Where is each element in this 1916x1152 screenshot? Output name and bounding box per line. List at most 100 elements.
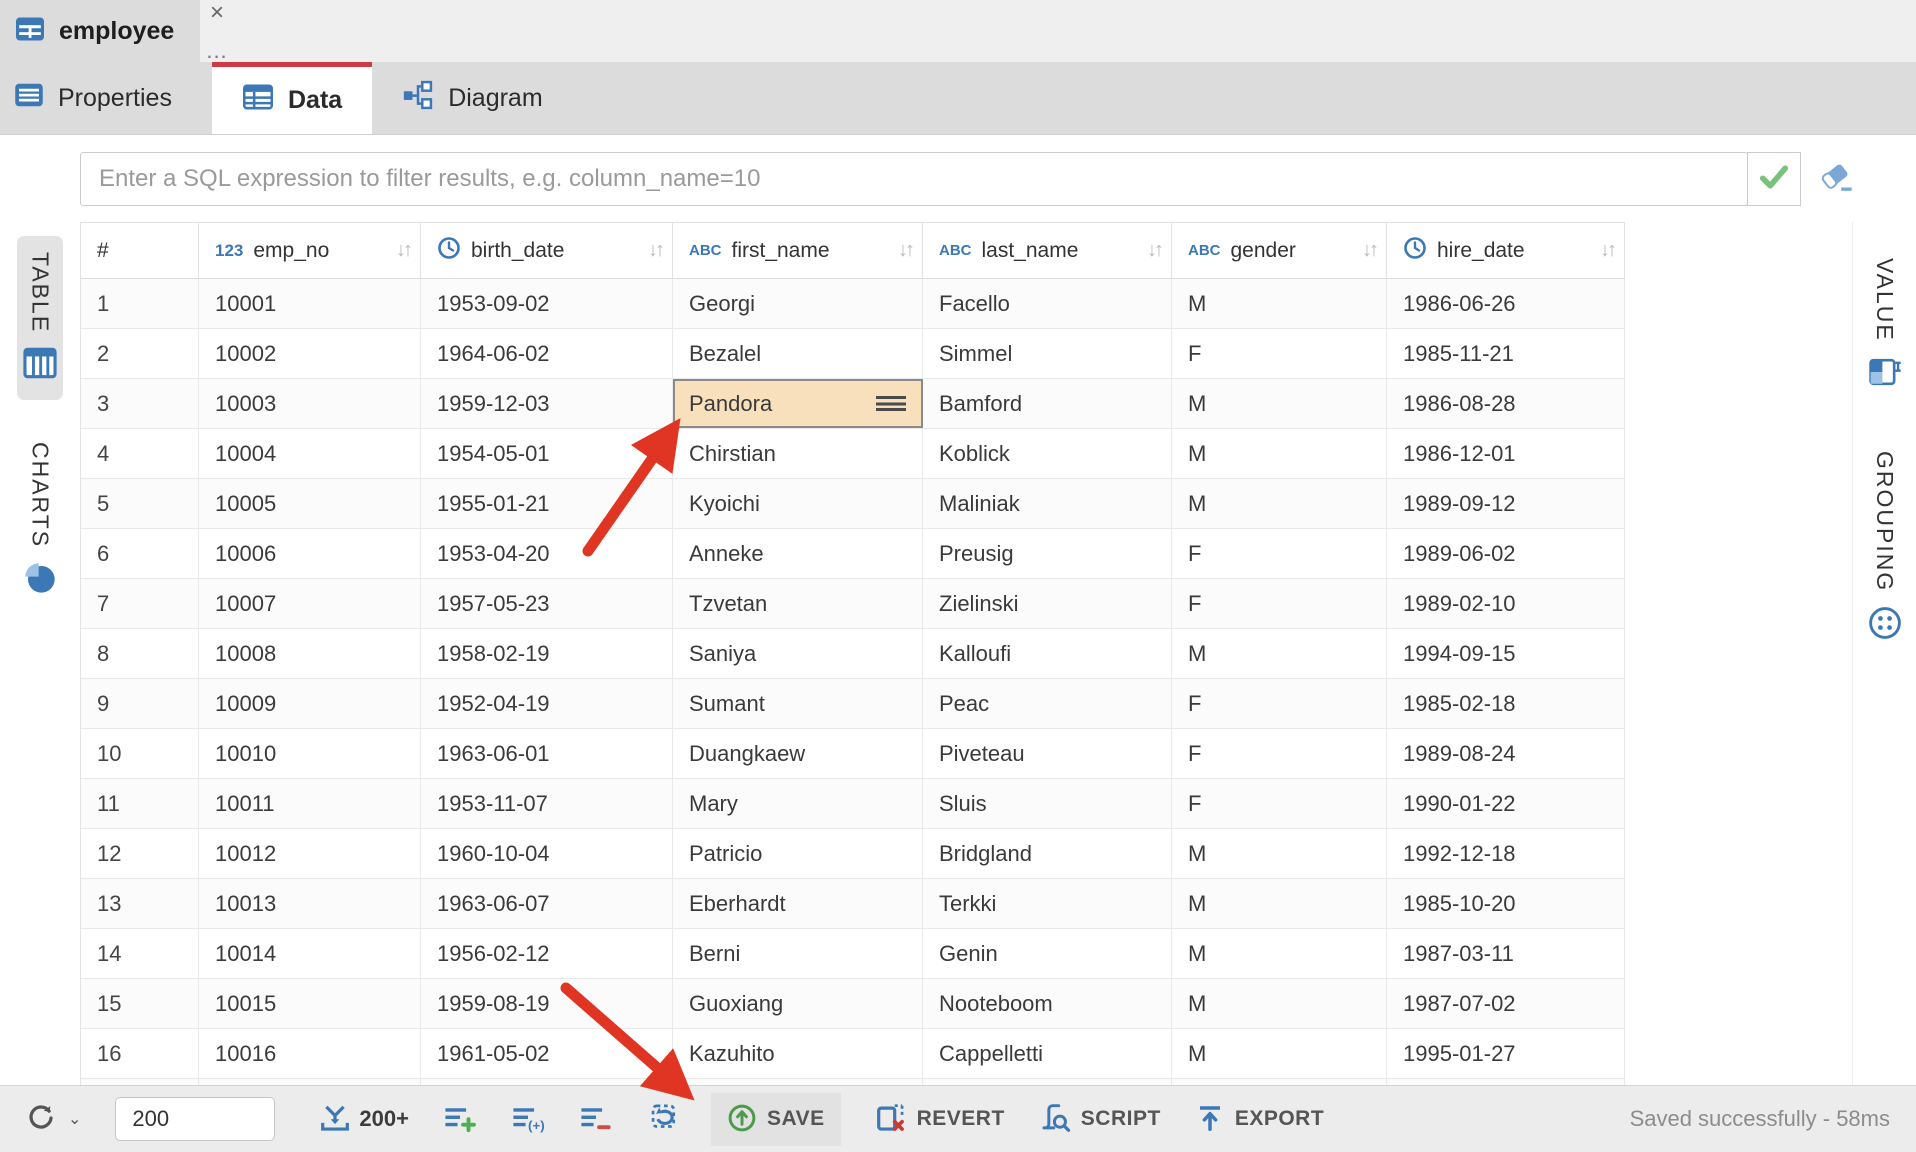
- grid-cell-emp-no[interactable]: 10001: [199, 279, 421, 328]
- grid-cell-birth-date[interactable]: 1955-01-21: [421, 479, 673, 528]
- grid-cell-gender[interactable]: M: [1172, 829, 1387, 878]
- column-header-gender[interactable]: ABC gender ↓↑: [1172, 223, 1387, 278]
- grid-cell-gender[interactable]: M: [1172, 629, 1387, 678]
- grid-cell-hire-date[interactable]: 1994-09-15: [1387, 629, 1625, 678]
- grid-cell-hire-date[interactable]: 1990-01-22: [1387, 779, 1625, 828]
- grid-cell-first-name[interactable]: Duangkaew: [673, 729, 923, 778]
- grid-cell-emp-no[interactable]: 10005: [199, 479, 421, 528]
- grid-cell-emp-no[interactable]: 10003: [199, 379, 421, 428]
- column-header-emp-no[interactable]: 123 emp_no ↓↑: [199, 223, 421, 278]
- row-number-cell[interactable]: 15: [81, 979, 199, 1028]
- row-number-cell[interactable]: 8: [81, 629, 199, 678]
- sort-icon[interactable]: ↓↑: [1600, 239, 1614, 262]
- grid-cell-emp-no[interactable]: 10011: [199, 779, 421, 828]
- row-number-cell[interactable]: 13: [81, 879, 199, 928]
- row-number-cell[interactable]: 12: [81, 829, 199, 878]
- refresh-grid-button[interactable]: [647, 1102, 681, 1137]
- grid-cell-last-name[interactable]: Sluis: [923, 779, 1172, 828]
- row-number-cell[interactable]: 2: [81, 329, 199, 378]
- row-number-cell[interactable]: 3: [81, 379, 199, 428]
- grid-cell-emp-no[interactable]: 10014: [199, 929, 421, 978]
- row-limit-input[interactable]: [115, 1097, 275, 1141]
- grid-cell-first-name[interactable]: Guoxiang: [673, 979, 923, 1028]
- sort-icon[interactable]: ↓↑: [1362, 239, 1376, 262]
- grid-cell-first-name[interactable]: Mary: [673, 779, 923, 828]
- duplicate-row-button[interactable]: (+): [511, 1103, 545, 1136]
- grid-cell-first-name[interactable]: Georgi: [673, 279, 923, 328]
- grid-cell-birth-date[interactable]: 1952-04-19: [421, 679, 673, 728]
- clear-filter-button[interactable]: [1813, 152, 1859, 206]
- column-header-birth-date[interactable]: birth_date ↓↑: [421, 223, 673, 278]
- column-header-row-number[interactable]: #: [81, 223, 199, 278]
- grid-cell-first-name[interactable]: Sumant: [673, 679, 923, 728]
- refresh-button[interactable]: ⌄: [26, 1103, 81, 1136]
- grid-cell-last-name[interactable]: Koblick: [923, 429, 1172, 478]
- grid-cell-first-name[interactable]: Saniya: [673, 629, 923, 678]
- grid-cell-hire-date[interactable]: 1989-08-24: [1387, 729, 1625, 778]
- grid-cell-emp-no[interactable]: 10009: [199, 679, 421, 728]
- grid-cell-birth-date[interactable]: 1953-11-07: [421, 779, 673, 828]
- row-number-cell[interactable]: 16: [81, 1029, 199, 1078]
- grid-cell-gender[interactable]: M: [1172, 279, 1387, 328]
- grid-cell-gender[interactable]: M: [1172, 379, 1387, 428]
- grid-cell-last-name[interactable]: Terkki: [923, 879, 1172, 928]
- grid-cell-first-name[interactable]: Tzvetan: [673, 579, 923, 628]
- column-header-first-name[interactable]: ABC first_name ↓↑: [673, 223, 923, 278]
- row-number-cell[interactable]: 9: [81, 679, 199, 728]
- side-tab-value[interactable]: VALUE: [1862, 242, 1908, 409]
- grid-cell-last-name[interactable]: Genin: [923, 929, 1172, 978]
- grid-cell-emp-no[interactable]: 10015: [199, 979, 421, 1028]
- grid-cell-hire-date[interactable]: 1989-06-02: [1387, 529, 1625, 578]
- grid-cell-emp-no[interactable]: 10004: [199, 429, 421, 478]
- revert-button[interactable]: REVERT: [875, 1102, 1005, 1137]
- row-number-cell[interactable]: 14: [81, 929, 199, 978]
- grid-cell-emp-no[interactable]: 10016: [199, 1029, 421, 1078]
- sort-icon[interactable]: ↓↑: [1147, 239, 1161, 262]
- grid-cell-last-name[interactable]: Preusig: [923, 529, 1172, 578]
- grid-cell-birth-date[interactable]: 1959-08-19: [421, 979, 673, 1028]
- column-header-hire-date[interactable]: hire_date ↓↑: [1387, 223, 1625, 278]
- row-number-cell[interactable]: 11: [81, 779, 199, 828]
- grid-cell-birth-date[interactable]: 1961-05-02: [421, 1029, 673, 1078]
- grid-cell-hire-date[interactable]: 1985-10-20: [1387, 879, 1625, 928]
- grid-cell-last-name[interactable]: Kalloufi: [923, 629, 1172, 678]
- grid-cell-emp-no[interactable]: 10002: [199, 329, 421, 378]
- side-tab-table[interactable]: TABLE: [17, 236, 63, 400]
- grid-cell-gender[interactable]: F: [1172, 729, 1387, 778]
- grid-cell-gender[interactable]: M: [1172, 479, 1387, 528]
- grid-cell-hire-date[interactable]: 1987-03-11: [1387, 929, 1625, 978]
- tab-data[interactable]: Data: [212, 62, 372, 134]
- grid-cell-birth-date[interactable]: 1957-05-23: [421, 579, 673, 628]
- grid-cell-emp-no[interactable]: 10007: [199, 579, 421, 628]
- script-button[interactable]: SCRIPT: [1039, 1102, 1161, 1137]
- grid-cell-hire-date[interactable]: 1995-01-27: [1387, 1029, 1625, 1078]
- fetch-next-page-button[interactable]: 200+: [319, 1103, 409, 1136]
- grid-cell-last-name[interactable]: Piveteau: [923, 729, 1172, 778]
- sort-icon[interactable]: ↓↑: [648, 239, 662, 262]
- selected-cell[interactable]: Pandora: [673, 379, 923, 428]
- grid-cell-hire-date[interactable]: 1992-12-18: [1387, 829, 1625, 878]
- grid-cell-birth-date[interactable]: 1964-06-02: [421, 329, 673, 378]
- grid-cell-birth-date[interactable]: 1958-02-19: [421, 629, 673, 678]
- grid-cell-emp-no[interactable]: 10013: [199, 879, 421, 928]
- row-number-cell[interactable]: 4: [81, 429, 199, 478]
- grid-cell-last-name[interactable]: Bamford: [923, 379, 1172, 428]
- grid-cell-birth-date[interactable]: 1953-04-20: [421, 529, 673, 578]
- grid-cell-first-name[interactable]: Eberhardt: [673, 879, 923, 928]
- grid-cell-hire-date[interactable]: 1987-07-02: [1387, 979, 1625, 1028]
- grid-cell-hire-date[interactable]: 1986-06-26: [1387, 279, 1625, 328]
- grid-cell-first-name[interactable]: Berni: [673, 929, 923, 978]
- grid-cell-gender[interactable]: F: [1172, 329, 1387, 378]
- grid-cell-emp-no[interactable]: 10010: [199, 729, 421, 778]
- grid-cell-last-name[interactable]: Simmel: [923, 329, 1172, 378]
- grid-cell-last-name[interactable]: Zielinski: [923, 579, 1172, 628]
- column-header-last-name[interactable]: ABC last_name ↓↑: [923, 223, 1172, 278]
- tab-properties[interactable]: Properties: [0, 62, 212, 134]
- grid-cell-emp-no[interactable]: 10008: [199, 629, 421, 678]
- grid-cell-gender[interactable]: F: [1172, 529, 1387, 578]
- grid-cell-hire-date[interactable]: 1985-02-18: [1387, 679, 1625, 728]
- grid-cell-birth-date[interactable]: 1953-09-02: [421, 279, 673, 328]
- side-tab-grouping[interactable]: GROUPING: [1862, 435, 1908, 661]
- save-button[interactable]: SAVE: [711, 1093, 841, 1146]
- grid-cell-birth-date[interactable]: 1963-06-07: [421, 879, 673, 928]
